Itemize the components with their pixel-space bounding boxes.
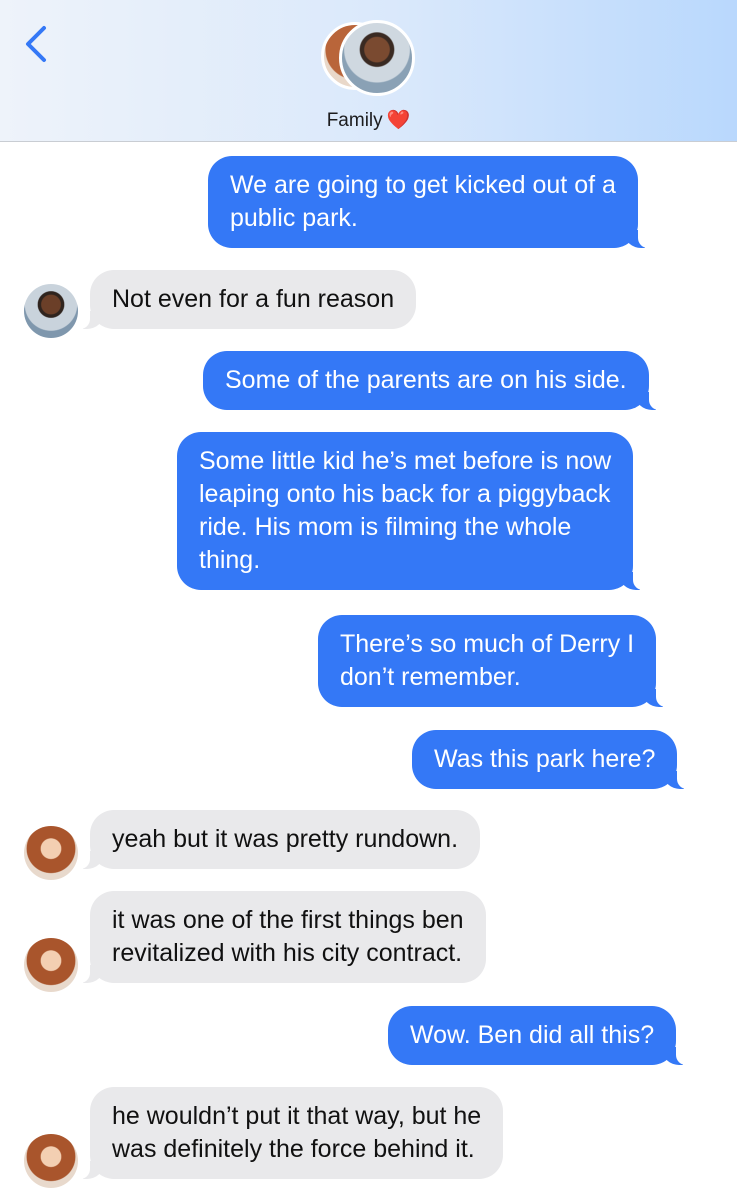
message-line: Not even for a fun reason xyxy=(112,285,395,313)
incoming-message[interactable]: he wouldn’t put it that way, but he was … xyxy=(77,1087,504,1179)
message-line: thing. xyxy=(199,546,261,574)
message-line: There’s so much of Derry I xyxy=(340,630,635,658)
message-line: was definitely the force behind it. xyxy=(112,1135,475,1163)
message-line: public park. xyxy=(230,204,358,232)
back-button[interactable] xyxy=(18,22,58,66)
message-line: Wow. Ben did all this? xyxy=(410,1021,655,1049)
group-name-label: Family xyxy=(326,110,383,131)
incoming-message[interactable]: it was one of the first things ben revit… xyxy=(78,891,486,983)
avatar[interactable] xyxy=(24,1134,78,1188)
avatar[interactable] xyxy=(24,826,78,880)
message-line: revitalized with his city contract. xyxy=(112,939,463,967)
message-line: Some little kid he’s met before is now xyxy=(199,447,612,475)
outgoing-message[interactable]: Some little kid he’s met before is now l… xyxy=(177,432,646,590)
message-line: it was one of the first things ben xyxy=(112,906,464,934)
message-line: yeah but it was pretty rundown. xyxy=(112,825,459,853)
outgoing-message[interactable]: Wow. Ben did all this? xyxy=(388,1006,689,1065)
group-name[interactable]: Family ❤️ xyxy=(0,108,737,132)
message-line: leaping onto his back for a piggyback xyxy=(199,480,611,508)
avatar[interactable] xyxy=(24,938,78,992)
message-line: he wouldn’t put it that way, but he xyxy=(112,1102,482,1130)
incoming-message[interactable]: Not even for a fun reason xyxy=(77,270,417,329)
avatar xyxy=(339,20,415,96)
outgoing-message[interactable]: There’s so much of Derry I don’t remembe… xyxy=(318,615,669,707)
chevron-left-icon xyxy=(26,26,46,62)
outgoing-message[interactable]: Was this park here? xyxy=(412,730,690,789)
avatar[interactable] xyxy=(24,284,78,338)
message-thread[interactable]: We are going to get kicked out of a publ… xyxy=(0,143,737,1200)
incoming-message[interactable]: yeah but it was pretty rundown. xyxy=(77,810,481,869)
conversation-header: Family ❤️ xyxy=(0,0,737,142)
heart-icon: ❤️ xyxy=(386,110,411,131)
message-line: Some of the parents are on his side. xyxy=(225,366,627,394)
group-avatars[interactable] xyxy=(321,20,417,96)
message-line: Was this park here? xyxy=(434,745,656,773)
message-line: ride. His mom is filming the whole xyxy=(199,513,572,541)
message-line: don’t remember. xyxy=(340,663,521,691)
message-line: We are going to get kicked out of a xyxy=(230,171,616,199)
outgoing-message[interactable]: Some of the parents are on his side. xyxy=(203,351,661,410)
outgoing-message[interactable]: We are going to get kicked out of a publ… xyxy=(208,156,650,248)
